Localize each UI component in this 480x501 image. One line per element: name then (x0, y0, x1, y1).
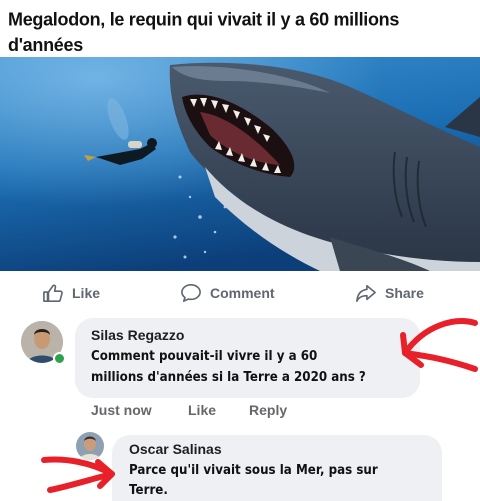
megalodon-photo (0, 57, 480, 271)
post-photo[interactable] (0, 57, 480, 271)
comment-like-link[interactable]: Like (188, 402, 216, 418)
comment-button[interactable]: Comment (180, 283, 275, 303)
share-button[interactable]: Share (355, 283, 424, 303)
post-headline: Megalodon, le requin qui vivait il y a 6… (8, 8, 400, 56)
share-icon (356, 284, 376, 302)
post-actions-bar: Like Comment Share (0, 272, 480, 314)
red-annotation-arrow (41, 456, 115, 493)
online-status-dot (53, 352, 66, 365)
comment-reply-link[interactable]: Reply (249, 402, 287, 418)
comment-timestamp: Just now (91, 402, 152, 418)
comment-text-line-2: millions d'années si la Terre a 2020 ans… (91, 369, 366, 385)
thumbs-up-icon (43, 284, 63, 302)
comment-label: Comment (210, 285, 275, 301)
comment-text-line-1: Comment pouvait-il vivre il y a 60 (91, 348, 318, 364)
comment-author[interactable]: Silas Regazzo (91, 327, 184, 343)
red-annotation-arrow (400, 318, 478, 372)
reply-text-line-1: Parce qu'il vivait sous la Mer, pas sur (129, 462, 378, 478)
reply-text-line-2: Terre. (129, 482, 168, 498)
like-button[interactable]: Like (42, 283, 100, 303)
reply-author[interactable]: Oscar Salinas (129, 441, 222, 457)
share-label: Share (385, 285, 424, 301)
like-label: Like (72, 285, 101, 301)
comment-icon (181, 284, 201, 302)
